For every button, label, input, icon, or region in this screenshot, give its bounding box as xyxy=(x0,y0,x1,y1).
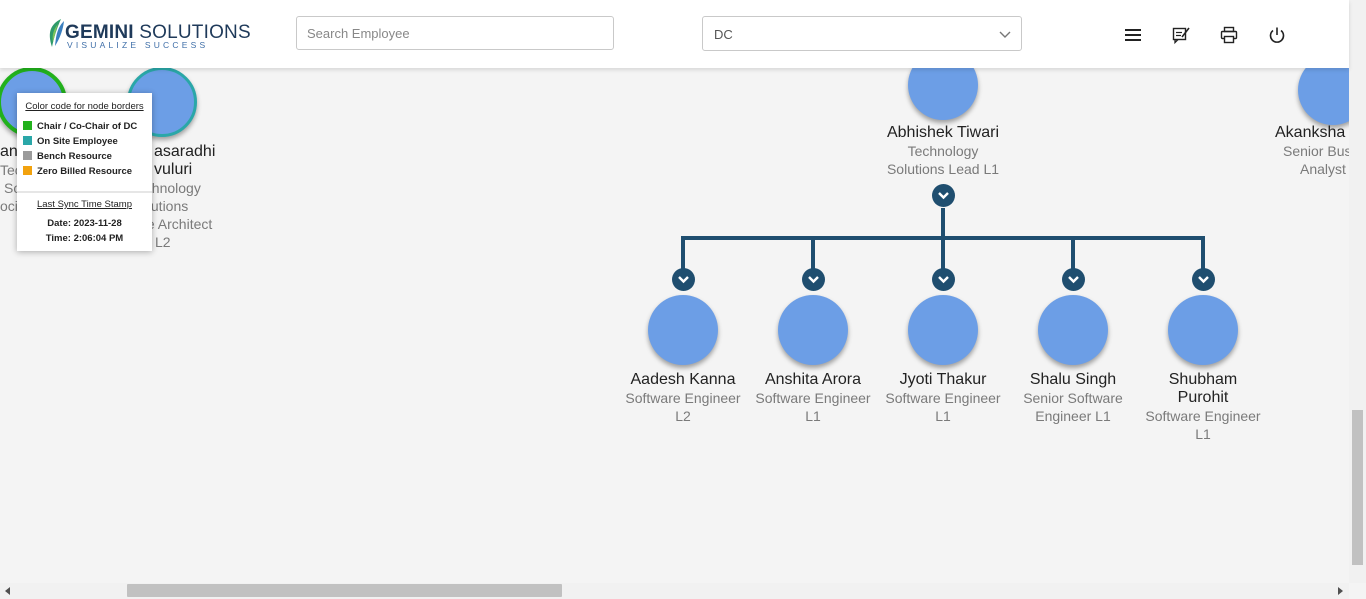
employee-node-label: Akanksha Senior Bus Analyst xyxy=(1275,124,1349,177)
legend-item-zero-billed: Zero Billed Resource xyxy=(23,166,132,177)
power-icon[interactable] xyxy=(1267,25,1287,45)
department-select[interactable]: DC xyxy=(702,16,1022,51)
print-icon[interactable] xyxy=(1219,25,1239,45)
child-node-avatar[interactable] xyxy=(648,295,718,365)
legend-title: Color code for node borders xyxy=(25,101,144,112)
top-header: GEMINI SOLUTIONS VISUALIZE SUCCESS DC xyxy=(0,0,1349,68)
child-node-label: Jyoti Thakur Software Engineer L1 xyxy=(885,371,1001,424)
chevron-down-icon xyxy=(1068,276,1079,284)
vertical-scroll-thumb[interactable] xyxy=(1352,410,1363,565)
horizontal-scroll-thumb[interactable] xyxy=(127,584,562,597)
expand-toggle[interactable] xyxy=(1062,268,1085,291)
sync-date: Date: 2023-11-28 xyxy=(47,218,122,229)
child-node-label: Shubham Purohit Software Engineer L1 xyxy=(1145,371,1261,442)
chevron-down-icon xyxy=(938,192,949,200)
legend-item-onsite: On Site Employee xyxy=(23,136,118,147)
menu-icon[interactable] xyxy=(1123,25,1143,45)
child-node-avatar[interactable] xyxy=(908,295,978,365)
chevron-down-icon xyxy=(678,276,689,284)
parent-node-label: Abhishek Tiwari Technology Solutions Lea… xyxy=(886,124,1000,177)
legend-swatch xyxy=(23,121,32,130)
child-node-avatar[interactable] xyxy=(1168,295,1238,365)
child-node-label: Shalu Singh Senior Software Engineer L1 xyxy=(1023,371,1123,424)
company-logo[interactable]: GEMINI SOLUTIONS VISUALIZE SUCCESS xyxy=(47,18,251,52)
sync-time: Time: 2:06:04 PM xyxy=(45,233,124,244)
feedback-icon[interactable] xyxy=(1171,25,1191,45)
sync-title: Last Sync Time Stamp xyxy=(36,199,133,210)
child-node-label: Anshita Arora Software Engineer L1 xyxy=(755,371,871,424)
scroll-left-arrow-icon[interactable] xyxy=(5,587,10,595)
expand-toggle[interactable] xyxy=(1192,268,1215,291)
scroll-right-arrow-icon[interactable] xyxy=(1338,587,1343,595)
org-chart-canvas[interactable]: an Tec Solutions ocia asaradhi vuluri Te… xyxy=(0,68,1349,583)
logo-tagline: VISUALIZE SUCCESS xyxy=(67,40,209,50)
expand-toggle[interactable] xyxy=(672,268,695,291)
legend-panel: Color code for node borders Chair / Co-C… xyxy=(17,93,152,251)
legend-item-chair: Chair / Co-Chair of DC xyxy=(23,121,137,132)
horizontal-scrollbar[interactable] xyxy=(0,583,1349,599)
legend-swatch xyxy=(23,151,32,160)
chevron-down-icon xyxy=(999,31,1011,38)
chevron-down-icon xyxy=(938,276,949,284)
child-node-label: Aadesh Kanna Software Engineer L2 xyxy=(625,371,741,424)
vertical-scrollbar[interactable] xyxy=(1349,0,1366,583)
expand-toggle[interactable] xyxy=(932,268,955,291)
legend-item-bench: Bench Resource xyxy=(23,151,112,162)
legend-swatch xyxy=(23,166,32,175)
chevron-down-icon xyxy=(1198,276,1209,284)
child-node-avatar[interactable] xyxy=(778,295,848,365)
collapse-toggle[interactable] xyxy=(932,184,955,207)
expand-toggle[interactable] xyxy=(802,268,825,291)
search-employee-input[interactable] xyxy=(296,16,614,50)
chevron-down-icon xyxy=(808,276,819,284)
legend-divider xyxy=(17,191,152,193)
legend-swatch xyxy=(23,136,32,145)
child-node-avatar[interactable] xyxy=(1038,295,1108,365)
department-select-value: DC xyxy=(714,27,733,42)
